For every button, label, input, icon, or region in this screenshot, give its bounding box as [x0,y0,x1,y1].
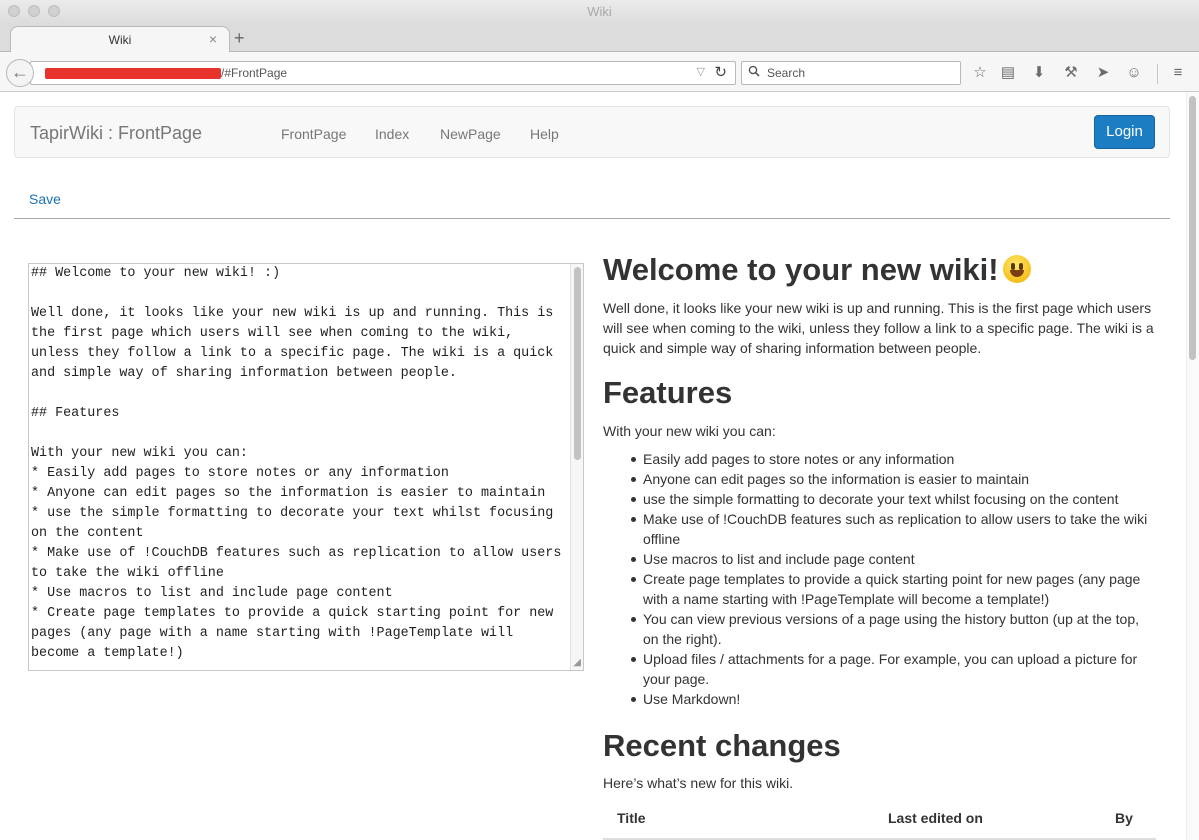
page-scrollbar-thumb[interactable] [1189,96,1196,360]
nav-link-frontpage[interactable]: FrontPage [281,126,346,142]
tab-wiki[interactable]: Wiki × [10,26,230,53]
save-link[interactable]: Save [29,191,61,207]
send-icon[interactable]: ➤ [1093,63,1113,83]
list-item: Use macros to list and include page cont… [631,549,1158,569]
wrench-icon[interactable]: ⚒ [1061,63,1081,83]
list-item: Make use of !CouchDB features such as re… [631,509,1158,549]
smiley-icon [1002,255,1031,283]
features-list: Easily add pages to store notes or any i… [603,449,1158,709]
redacted-url-host [45,68,221,79]
tab-close-icon[interactable]: × [209,31,217,47]
download-icon[interactable]: ⬇ [1029,63,1049,83]
list-item: You can view previous versions of a page… [631,609,1158,649]
search-input[interactable]: Search [741,61,961,85]
page-viewport: TapirWiki : FrontPage FrontPage Index Ne… [0,92,1186,840]
recent-changes-intro: Here’s what’s new for this wiki. [603,775,794,791]
site-navbar: TapirWiki : FrontPage FrontPage Index Ne… [14,106,1170,158]
search-icon [748,65,760,77]
column-header-by[interactable]: By [1115,810,1133,826]
preview-heading: Welcome to your new wiki! [603,252,1031,288]
address-bar[interactable]: /#FrontPage ▽ ↻ [30,61,736,85]
site-brand[interactable]: TapirWiki : FrontPage [30,123,202,144]
divider [14,218,1170,219]
search-placeholder: Search [767,66,806,80]
window-title: Wiki [587,4,612,19]
list-item: Use Markdown! [631,689,1158,709]
recent-changes-table: Title Last edited on By [603,804,1156,840]
dropdown-icon[interactable]: ▽ [697,65,705,78]
preview-heading-text: Welcome to your new wiki! [603,252,999,287]
column-header-title[interactable]: Title [617,810,646,826]
tab-title: Wiki [108,33,132,47]
menu-icon[interactable]: ≡ [1168,63,1188,83]
nav-link-newpage[interactable]: NewPage [440,126,501,142]
login-button[interactable]: Login [1094,115,1155,149]
back-icon: ← [11,62,29,82]
list-item: Anyone can edit pages so the information… [631,469,1158,489]
list-item: Upload files / attachments for a page. F… [631,649,1158,689]
column-header-last-edited[interactable]: Last edited on [888,810,983,826]
resize-handle-icon[interactable]: ◢ [573,658,581,668]
markdown-editor[interactable]: ## Welcome to your new wiki! :) Well don… [28,263,584,671]
editor-scrollbar[interactable] [570,264,583,670]
tab-strip: Wiki × + [0,24,1199,53]
editor-source-text: ## Welcome to your new wiki! :) Well don… [31,266,562,661]
url-text: /#FrontPage [221,66,288,80]
bookmark-star-icon[interactable]: ☆ [970,63,990,83]
features-intro: With your new wiki you can: [603,423,776,439]
chat-icon[interactable]: ☺ [1124,63,1144,83]
new-tab-button[interactable]: + [234,28,245,49]
features-heading: Features [603,375,733,410]
back-button[interactable]: ← [6,59,34,87]
list-item: Create page templates to provide a quick… [631,569,1158,609]
editor-scrollbar-thumb[interactable] [574,267,581,460]
nav-link-help[interactable]: Help [530,126,559,142]
window-titlebar: Wiki [0,0,1199,24]
reading-list-icon[interactable]: ▤ [998,63,1018,83]
nav-link-index[interactable]: Index [375,126,409,142]
reload-icon[interactable]: ↻ [714,63,727,81]
toolbar-divider [1157,64,1158,84]
list-item: use the simple formatting to decorate yo… [631,489,1158,509]
preview-intro: Well done, it looks like your new wiki i… [603,300,1154,356]
list-item: Easily add pages to store notes or any i… [631,449,1158,469]
browser-toolbar: /#FrontPage ▽ ↻ ← Search ☆ ▤ ⬇ ⚒ ➤ ☺ ≡ [0,52,1199,92]
recent-changes-heading: Recent changes [603,728,841,763]
